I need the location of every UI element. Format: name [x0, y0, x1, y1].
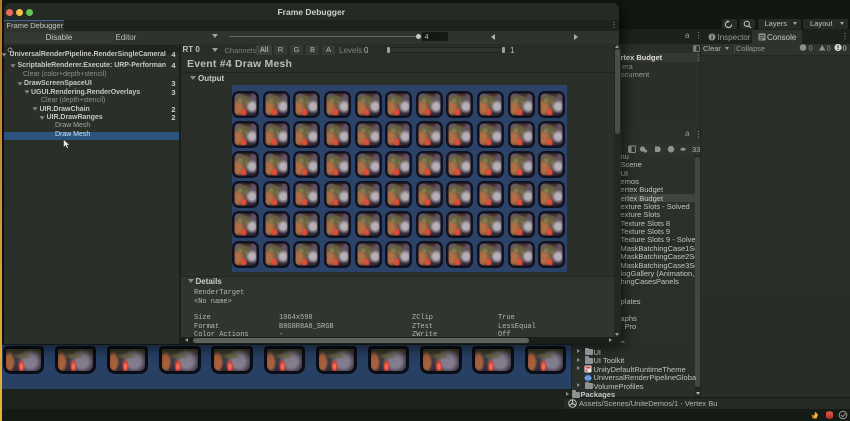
- svg-text:0: 0: [843, 44, 847, 53]
- svg-text:0: 0: [827, 44, 831, 53]
- svg-text:0: 0: [809, 44, 813, 53]
